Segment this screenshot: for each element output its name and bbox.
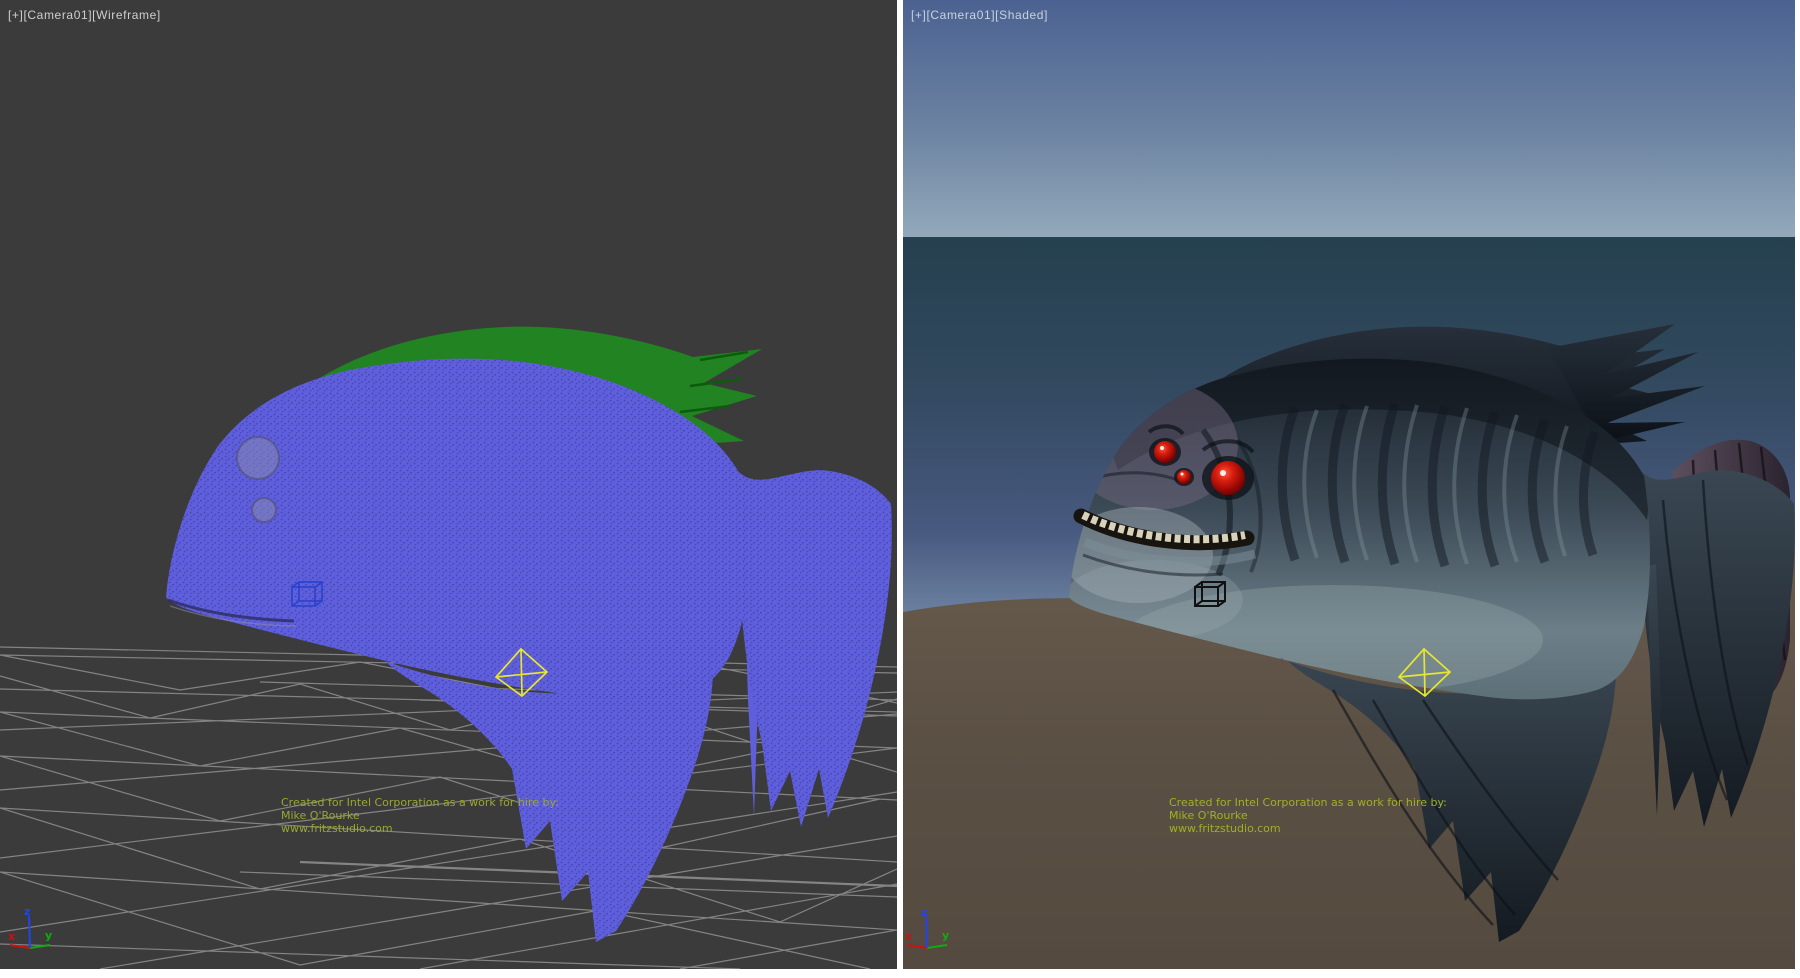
- frame-bottom: [0, 969, 1800, 978]
- axis-z-label: z: [921, 905, 927, 918]
- credit-text: Created for Intel Corporation as a work …: [1169, 796, 1447, 835]
- screenshot-stage: [+][Camera01][Wireframe] Created for Int…: [0, 0, 1800, 978]
- credit-text: Created for Intel Corporation as a work …: [281, 796, 559, 835]
- eye-medium: [1154, 441, 1176, 463]
- eye-small: [1177, 470, 1191, 484]
- credit-line-1: Created for Intel Corporation as a work …: [1169, 796, 1447, 809]
- axis-tripod: x y z: [903, 904, 963, 960]
- axis-tripod: x y z: [6, 904, 66, 960]
- credit-line-1: Created for Intel Corporation as a work …: [281, 796, 559, 809]
- viewport-shaded[interactable]: [+][Camera01][Shaded] Created for Intel …: [903, 0, 1795, 969]
- viewport-label-wireframe[interactable]: [+][Camera01][Wireframe]: [8, 8, 161, 22]
- viewport-wireframe[interactable]: [+][Camera01][Wireframe] Created for Int…: [0, 0, 897, 969]
- axis-x-label: x: [8, 930, 15, 943]
- sky: [903, 0, 1795, 237]
- viewport-label-shaded[interactable]: [+][Camera01][Shaded]: [911, 8, 1048, 22]
- credit-line-2: Mike O'Rourke: [281, 809, 559, 822]
- credit-line-3: www.fritzstudio.com: [281, 822, 559, 835]
- frame-right: [1795, 0, 1800, 969]
- axis-y-label: y: [942, 929, 949, 942]
- credit-line-2: Mike O'Rourke: [1169, 809, 1447, 822]
- viewport-divider: [897, 0, 903, 969]
- eye-large: [1211, 461, 1245, 495]
- axis-x-label: x: [905, 930, 912, 943]
- axis-z-label: z: [24, 905, 30, 918]
- axis-y-label: y: [45, 929, 52, 942]
- credit-line-3: www.fritzstudio.com: [1169, 822, 1447, 835]
